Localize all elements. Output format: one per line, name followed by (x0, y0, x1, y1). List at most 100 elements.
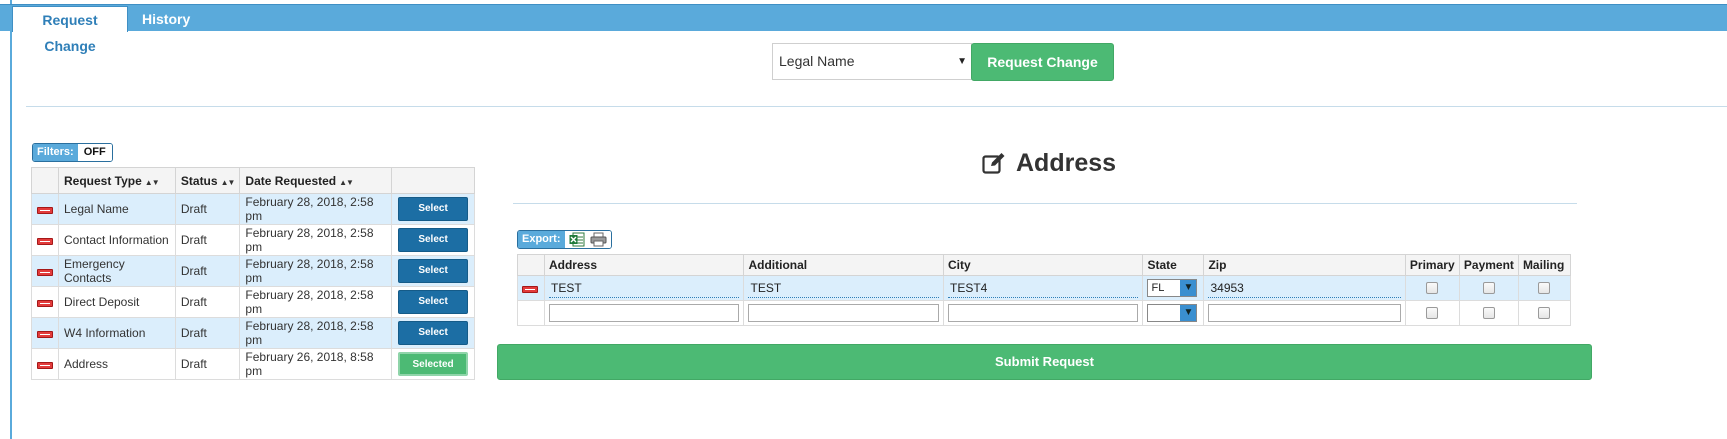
new-state-select[interactable]: ▼ (1147, 304, 1198, 322)
table-row: Address Draft February 26, 2018, 8:58 pm… (31, 348, 475, 380)
action-cell: Selected (391, 348, 475, 380)
request-type-cell: Legal Name (58, 193, 176, 225)
export-icons (564, 231, 611, 248)
date-cell: February 28, 2018, 2:58 pm (239, 286, 393, 318)
new-address-input[interactable] (548, 304, 740, 322)
status-cell: Draft (174, 255, 241, 287)
new-additional-cell (743, 300, 945, 326)
sort-icon: ▲▼ (220, 177, 236, 187)
new-primary-cell (1404, 300, 1460, 326)
city-cell[interactable]: TEST4 (943, 275, 1144, 301)
dropdown-arrow-icon: ▼ (1180, 305, 1197, 321)
request-change-button[interactable]: Request Change (971, 43, 1114, 81)
mailing-checkbox[interactable] (1538, 282, 1551, 294)
request-type-cell: Emergency Contacts (58, 255, 176, 287)
tab-bar (0, 4, 1727, 31)
new-zip-cell (1203, 300, 1406, 326)
table-row: Contact Information Draft February 28, 2… (31, 224, 475, 256)
date-cell: February 26, 2018, 8:58 pm (239, 348, 393, 380)
remove-icon[interactable] (37, 331, 53, 338)
tab-request-change[interactable]: Request Change (12, 6, 128, 54)
new-city-input[interactable] (948, 304, 1139, 322)
remove-icon[interactable] (522, 286, 538, 293)
filters-toggle[interactable]: Filters: OFF (32, 143, 113, 162)
new-state-cell: ▼ (1142, 300, 1205, 326)
new-mailing-checkbox[interactable] (1538, 307, 1551, 319)
new-primary-checkbox[interactable] (1426, 307, 1439, 319)
dropdown-arrow-icon: ▼ (1180, 280, 1197, 296)
header-request-type[interactable]: Request Type ▲▼ (58, 167, 176, 194)
select-button[interactable]: Select (398, 321, 469, 345)
new-zip-input[interactable] (1208, 304, 1401, 322)
state-select[interactable]: FL ▼ (1147, 279, 1198, 297)
zip-value[interactable]: 34953 (1208, 279, 1401, 298)
primary-checkbox[interactable] (1426, 282, 1439, 294)
payment-cell (1458, 275, 1519, 301)
date-cell: February 28, 2018, 2:58 pm (239, 255, 393, 287)
filters-label: Filters: (33, 144, 78, 161)
requests-table: Request Type ▲▼ Status ▲▼ Date Requested ▲▼… (31, 167, 475, 380)
request-type-cell: Direct Deposit (58, 286, 176, 318)
delete-cell[interactable] (31, 286, 59, 318)
header-zip: Zip (1203, 254, 1406, 276)
tab-history[interactable]: History (134, 6, 198, 32)
request-type-select[interactable]: Legal Name ▼ (772, 43, 972, 80)
zip-cell[interactable]: 34953 (1203, 275, 1406, 301)
header-request-type-label: Request Type (64, 173, 142, 188)
additional-value[interactable]: TEST (748, 279, 940, 298)
sort-icon: ▲▼ (339, 177, 354, 187)
request-type-select-value: Legal Name (779, 53, 855, 69)
print-icon[interactable] (590, 232, 607, 247)
request-type-cell: W4 Information (58, 317, 176, 349)
header-blank (31, 167, 59, 194)
selected-button[interactable]: Selected (398, 352, 469, 376)
delete-cell[interactable] (31, 193, 59, 225)
address-value[interactable]: TEST (548, 279, 740, 298)
state-cell[interactable]: FL ▼ (1142, 275, 1205, 301)
city-value[interactable]: TEST4 (948, 279, 1139, 298)
header-address: Address (543, 254, 745, 276)
status-cell: Draft (174, 286, 241, 318)
remove-icon[interactable] (37, 300, 53, 307)
delete-cell[interactable] (31, 317, 59, 349)
status-cell: Draft (174, 224, 241, 256)
address-table-header: Address Additional City State Zip Primar… (517, 254, 1572, 276)
delete-cell[interactable] (31, 255, 59, 287)
excel-export-icon[interactable] (569, 232, 585, 247)
address-row: TEST TEST TEST4 FL ▼ 34953 (517, 275, 1572, 301)
remove-icon[interactable] (37, 207, 53, 214)
new-payment-checkbox[interactable] (1482, 307, 1495, 319)
date-cell: February 28, 2018, 2:58 pm (239, 224, 393, 256)
remove-icon[interactable] (37, 362, 53, 369)
date-cell: February 28, 2018, 2:58 pm (239, 193, 393, 225)
remove-icon[interactable] (37, 238, 53, 245)
header-status-label: Status (180, 173, 218, 188)
mailing-cell (1517, 275, 1572, 301)
new-address-cell (543, 300, 745, 326)
header-additional: Additional (743, 254, 945, 276)
header-city: City (943, 254, 1144, 276)
export-label: Export: (518, 231, 565, 248)
header-action (391, 167, 475, 194)
header-date-requested[interactable]: Date Requested ▲▼ (239, 167, 393, 194)
export-toolbar: Export: (517, 230, 612, 249)
header-status[interactable]: Status ▲▼ (174, 167, 241, 194)
delete-cell[interactable] (31, 224, 59, 256)
additional-cell[interactable]: TEST (743, 275, 945, 301)
select-button[interactable]: Select (398, 290, 469, 314)
delete-cell[interactable] (31, 348, 59, 380)
new-payment-cell (1458, 300, 1519, 326)
payment-checkbox[interactable] (1482, 282, 1495, 294)
address-cell[interactable]: TEST (543, 275, 745, 301)
filters-state: OFF (77, 144, 112, 161)
sort-icon: ▲▼ (144, 177, 160, 187)
submit-request-button[interactable]: Submit Request (497, 344, 1592, 380)
remove-icon[interactable] (37, 269, 53, 276)
delete-cell[interactable] (517, 275, 545, 301)
edit-icon (982, 153, 1005, 174)
select-button[interactable]: Select (398, 228, 469, 252)
detail-divider (513, 203, 1577, 204)
select-button[interactable]: Select (398, 197, 469, 221)
new-additional-input[interactable] (748, 304, 940, 322)
select-button[interactable]: Select (398, 259, 469, 283)
